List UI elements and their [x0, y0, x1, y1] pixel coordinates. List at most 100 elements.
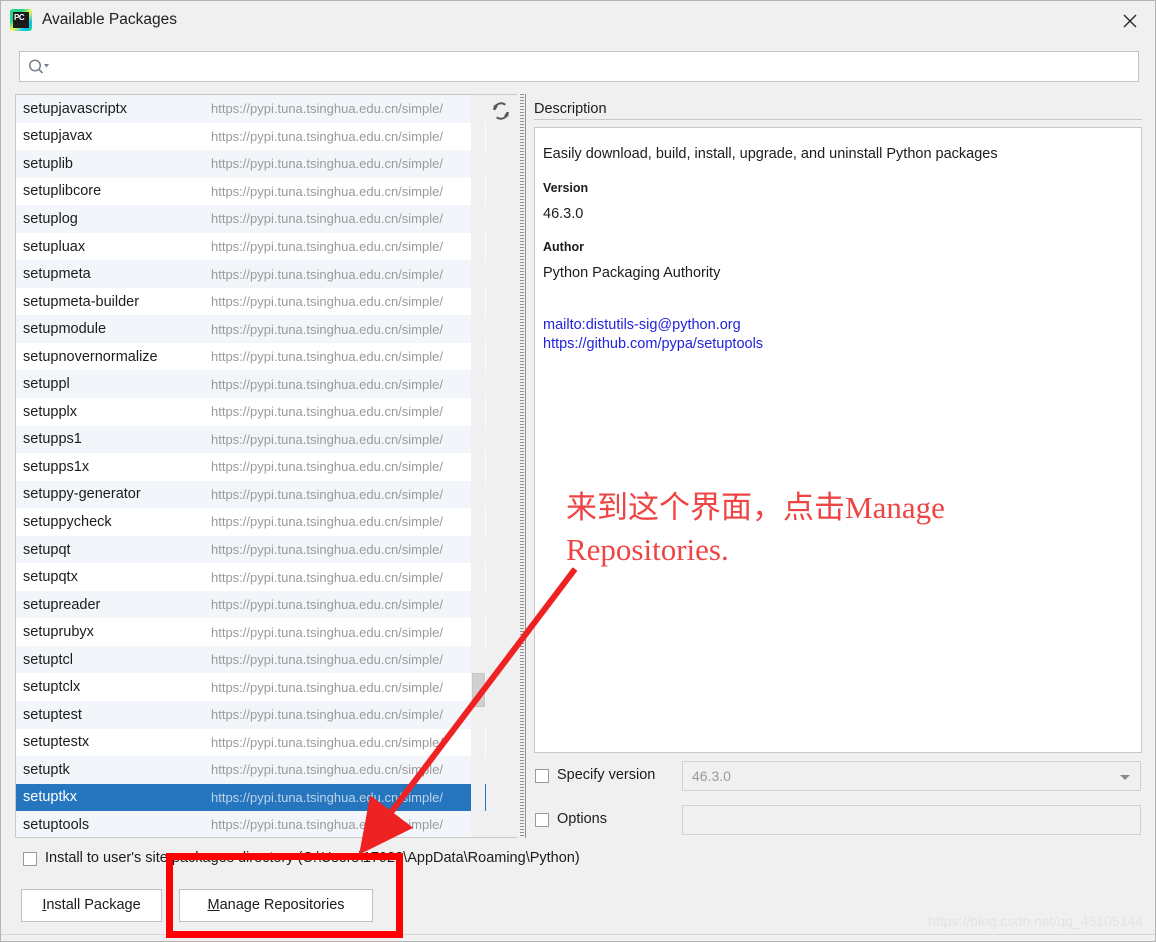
- version-value: 46.3.0: [543, 206, 584, 222]
- package-name: setupjavascriptx: [23, 100, 127, 117]
- package-row[interactable]: setuptkx https://pypi.tuna.tsinghua.edu.c…: [16, 783, 486, 812]
- package-repository-url: https://pypi.tuna.tsinghua.edu.cn/simple…: [211, 569, 443, 585]
- package-repository-url: https://pypi.tuna.tsinghua.edu.cn/simple…: [211, 431, 443, 447]
- package-repository-url: https://pypi.tuna.tsinghua.edu.cn/simple…: [211, 762, 443, 778]
- author-value: Python Packaging Authority: [543, 265, 721, 281]
- version-heading: Version: [543, 181, 589, 195]
- package-row[interactable]: setuptestx https://pypi.tuna.tsinghua.edu…: [16, 728, 486, 757]
- package-row[interactable]: setuptest https://pypi.tuna.tsinghua.edu.…: [16, 701, 486, 729]
- refresh-icon[interactable]: [489, 99, 513, 123]
- package-row[interactable]: setupmeta https://pypi.tuna.tsinghua.edu.…: [16, 260, 486, 288]
- package-row[interactable]: setupjavascriptx https://pypi.tuna.tsingh…: [16, 95, 486, 123]
- package-repository-url: https://pypi.tuna.tsinghua.edu.cn/simple…: [211, 789, 443, 805]
- package-name: setupqtx: [23, 569, 78, 586]
- package-name: setupnovernormalize: [23, 348, 158, 365]
- install-package-button[interactable]: Install Package: [21, 889, 162, 922]
- package-row[interactable]: setupjavax https://pypi.tuna.tsinghua.edu…: [16, 122, 486, 151]
- package-row[interactable]: setupmeta-builder https://pypi.tuna.tsing…: [16, 287, 486, 316]
- package-name: setuprubyx: [23, 624, 94, 641]
- package-row[interactable]: setuptk https://pypi.tuna.tsinghua.edu.cn…: [16, 756, 486, 784]
- options-label: Options: [557, 811, 607, 827]
- install-button-label: nstall Package: [46, 897, 141, 913]
- refresh-column: [486, 94, 517, 838]
- homepage-link[interactable]: https://github.com/pypa/setuptools: [543, 336, 763, 352]
- package-row[interactable]: setupplx https://pypi.tuna.tsinghua.edu.c…: [16, 398, 486, 426]
- package-row[interactable]: setuppycheck https://pypi.tuna.tsinghua.e…: [16, 508, 486, 536]
- package-name: setuptools: [23, 816, 90, 833]
- package-name: setupplx: [23, 403, 78, 420]
- package-summary: Easily download, build, install, upgrade…: [543, 146, 998, 162]
- package-row[interactable]: setupqtx https://pypi.tuna.tsinghua.edu.c…: [16, 563, 486, 591]
- package-row[interactable]: setupqt https://pypi.tuna.tsinghua.edu.cn…: [16, 535, 486, 564]
- window-title: Available Packages: [42, 11, 177, 28]
- package-name: setuptkx: [23, 789, 77, 806]
- package-list-scrollbar-thumb[interactable]: [472, 673, 485, 707]
- package-repository-url: https://pypi.tuna.tsinghua.edu.cn/simple…: [211, 514, 443, 530]
- options-input[interactable]: [682, 805, 1141, 835]
- package-list[interactable]: setupjavascriptx https://pypi.tuna.tsingh…: [15, 94, 486, 838]
- package-row[interactable]: setuplibcore https://pypi.tuna.tsinghua.e…: [16, 177, 486, 206]
- title-bar: PC Available Packages: [1, 1, 1155, 41]
- user-site-checkbox[interactable]: [23, 852, 37, 866]
- description-panel: Easily download, build, install, upgrade…: [534, 127, 1142, 753]
- package-repository-url: https://pypi.tuna.tsinghua.edu.cn/simple…: [211, 707, 443, 723]
- package-row[interactable]: setupps1 https://pypi.tuna.tsinghua.edu.c…: [16, 425, 486, 454]
- package-row[interactable]: setupluax https://pypi.tuna.tsinghua.edu.…: [16, 232, 486, 261]
- package-row[interactable]: setuptcl https://pypi.tuna.tsinghua.edu.c…: [16, 645, 486, 674]
- package-row[interactable]: setuppl https://pypi.tuna.tsinghua.edu.cn…: [16, 370, 486, 399]
- package-row[interactable]: setupps1x https://pypi.tuna.tsinghua.edu.…: [16, 453, 486, 481]
- search-icon[interactable]: [28, 58, 50, 76]
- options-checkbox[interactable]: [535, 813, 549, 827]
- close-icon[interactable]: [1113, 7, 1147, 35]
- footer-divider: [1, 934, 1155, 935]
- manage-repositories-button[interactable]: Manage Repositories: [179, 889, 373, 922]
- package-name: setupreader: [23, 596, 101, 613]
- package-row[interactable]: setuplib https://pypi.tuna.tsinghua.edu.c…: [16, 150, 486, 178]
- package-name: setupqt: [23, 541, 71, 558]
- specify-version-checkbox[interactable]: [535, 769, 549, 783]
- package-repository-url: https://pypi.tuna.tsinghua.edu.cn/simple…: [211, 376, 443, 392]
- package-repository-url: https://pypi.tuna.tsinghua.edu.cn/simple…: [211, 211, 443, 227]
- package-name: setuptk: [23, 761, 70, 778]
- search-input[interactable]: [56, 52, 1140, 83]
- package-name: setupmeta: [23, 266, 91, 283]
- package-name: setupmodule: [23, 321, 107, 338]
- package-name: setuptclx: [23, 679, 81, 696]
- package-repository-url: https://pypi.tuna.tsinghua.edu.cn/simple…: [211, 817, 443, 833]
- package-row[interactable]: setupnovernormalize https://pypi.tuna.tsi…: [16, 342, 486, 371]
- description-separator: [534, 119, 1142, 120]
- package-repository-url: https://pypi.tuna.tsinghua.edu.cn/simple…: [211, 652, 443, 668]
- package-row[interactable]: setuppy-generator https://pypi.tuna.tsing…: [16, 480, 486, 509]
- package-name: setuplib: [23, 155, 73, 172]
- package-name: setuptest: [23, 706, 82, 723]
- package-row[interactable]: setuprubyx https://pypi.tuna.tsinghua.edu…: [16, 618, 486, 646]
- package-name: setupmeta-builder: [23, 293, 140, 310]
- package-row[interactable]: setupmodule https://pypi.tuna.tsinghua.ed…: [16, 315, 486, 343]
- pycharm-icon: PC: [10, 9, 32, 31]
- package-repository-url: https://pypi.tuna.tsinghua.edu.cn/simple…: [211, 486, 443, 502]
- chevron-down-icon: [1120, 775, 1130, 780]
- package-repository-url: https://pypi.tuna.tsinghua.edu.cn/simple…: [211, 734, 443, 750]
- manage-button-mnemonic: M: [207, 897, 220, 913]
- mailto-link[interactable]: mailto:distutils-sig@python.org: [543, 317, 741, 333]
- package-row[interactable]: setuptools https://pypi.tuna.tsinghua.edu…: [16, 811, 486, 837]
- package-name: setuplog: [23, 210, 78, 227]
- package-name: setupps1x: [23, 458, 90, 475]
- package-row[interactable]: setuptclx https://pypi.tuna.tsinghua.edu.…: [16, 673, 486, 702]
- package-repository-url: https://pypi.tuna.tsinghua.edu.cn/simple…: [211, 239, 443, 254]
- package-name: setuplibcore: [23, 183, 102, 200]
- user-site-label: Install to user's site packages director…: [45, 850, 580, 866]
- package-list-scrollbar-track[interactable]: [471, 95, 485, 837]
- package-repository-url: https://pypi.tuna.tsinghua.edu.cn/simple…: [211, 597, 443, 613]
- package-row[interactable]: setuplog https://pypi.tuna.tsinghua.edu.c…: [16, 205, 486, 233]
- panel-splitter[interactable]: [518, 94, 526, 838]
- package-name: setupps1: [23, 431, 82, 448]
- package-repository-url: https://pypi.tuna.tsinghua.edu.cn/simple…: [211, 459, 443, 475]
- search-field[interactable]: [19, 51, 1140, 83]
- version-dropdown-value: 46.3.0: [692, 768, 731, 784]
- description-section-label: Description: [534, 101, 613, 117]
- package-repository-url: https://pypi.tuna.tsinghua.edu.cn/simple…: [211, 128, 443, 144]
- version-dropdown[interactable]: 46.3.0: [682, 761, 1141, 791]
- package-row[interactable]: setupreader https://pypi.tuna.tsinghua.ed…: [16, 590, 486, 619]
- specify-version-label: Specify version: [557, 767, 656, 783]
